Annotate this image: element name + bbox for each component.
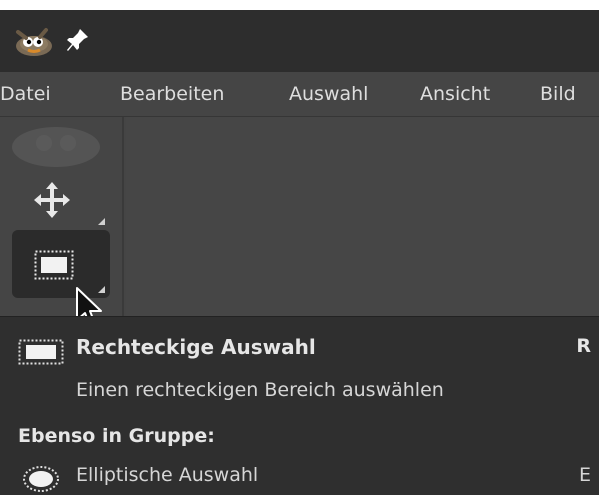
tooltip-alt-tool-label: Elliptische Auswahl	[76, 464, 259, 486]
tooltip-alt-tool-shortcut: E	[578, 464, 591, 486]
tooltip-group-heading: Ebenso in Gruppe:	[18, 425, 215, 447]
menu-datei[interactable]: Datei	[0, 72, 51, 116]
move-tool-button[interactable]	[12, 162, 110, 230]
wilber-watermark-icon	[12, 127, 100, 167]
tooltip-shortcut: R	[576, 335, 591, 357]
ellipse-select-icon	[23, 466, 59, 492]
gimp-window: Datei Bearbeiten Auswahl Ansicht Bild Re…	[0, 10, 599, 495]
toolbox-divider	[122, 117, 124, 317]
menu-bar: Datei Bearbeiten Auswahl Ansicht Bild	[0, 72, 599, 117]
menu-bearbeiten[interactable]: Bearbeiten	[120, 72, 224, 116]
menu-bild[interactable]: Bild	[540, 72, 576, 116]
rect-select-icon	[34, 250, 74, 280]
tooltip-title: Rechteckige Auswahl	[76, 335, 316, 359]
move-arrows-icon	[34, 182, 70, 218]
menu-auswahl[interactable]: Auswahl	[289, 72, 368, 116]
title-bar	[0, 10, 599, 72]
gimp-wilber-icon[interactable]	[14, 24, 54, 58]
pin-icon[interactable]	[64, 25, 92, 55]
rect-select-icon	[18, 339, 64, 365]
menu-ansicht[interactable]: Ansicht	[420, 72, 490, 116]
canvas-area[interactable]	[126, 117, 599, 317]
tool-tooltip: Rechteckige Auswahl R Einen rechteckigen…	[0, 316, 599, 495]
tooltip-description: Einen rechteckigen Bereich auswählen	[76, 379, 444, 401]
tool-group-indicator	[98, 218, 105, 225]
